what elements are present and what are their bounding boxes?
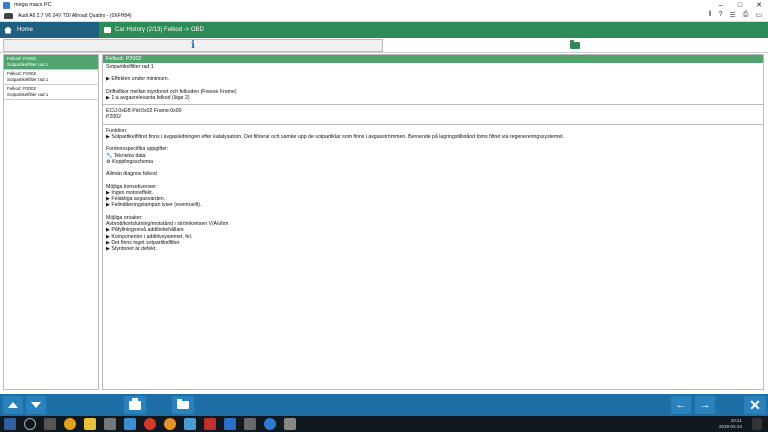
arrow-right-icon: → xyxy=(699,399,711,411)
signal-icon[interactable]: ǁ xyxy=(709,11,712,19)
app-icon[interactable] xyxy=(124,418,136,430)
search-icon[interactable] xyxy=(24,418,36,430)
vehicle-bar: Audi A6 2.7 V6 24V TDI Allroad Quattro -… xyxy=(0,10,768,22)
arrow-left-icon: ← xyxy=(675,399,687,411)
app-icon[interactable] xyxy=(244,418,256,430)
car-history-icon xyxy=(104,27,111,33)
detail-header: Felkod: P2002 xyxy=(103,55,763,63)
app-icon[interactable] xyxy=(144,418,156,430)
printer-icon xyxy=(129,397,141,410)
clock-time: 10:21 xyxy=(730,418,742,423)
home-icon xyxy=(4,26,12,34)
scroll-down-button[interactable] xyxy=(26,396,46,414)
freeze-frame-link[interactable]: ▶ 1:a avgasrelevanta felkod (läge 2) xyxy=(106,95,760,101)
app-icon[interactable] xyxy=(224,418,236,430)
chrome-icon[interactable] xyxy=(64,418,76,430)
diagram-icon: ⚙ xyxy=(106,158,111,165)
home-button[interactable]: Home xyxy=(0,22,99,38)
vehicle-label: Audi A6 2.7 V6 24V TDI Allroad Quattro -… xyxy=(18,12,132,19)
arrow-down-icon xyxy=(31,402,41,408)
tab-info[interactable]: i xyxy=(3,39,383,52)
printer-icon[interactable]: ⎙ xyxy=(743,11,749,19)
task-view-icon[interactable] xyxy=(44,418,56,430)
forward-button[interactable]: → xyxy=(695,396,715,414)
list-item[interactable]: Felkod: P2002 Sotpartikelfilter rad 1 xyxy=(4,85,98,100)
help-icon[interactable]: ? xyxy=(719,11,723,19)
navigation-bar: Home Car History (2/13) Felkod -> OBD xyxy=(0,22,768,38)
app-icon xyxy=(3,1,10,9)
close-icon: ✕ xyxy=(749,396,761,413)
app-icon[interactable] xyxy=(264,418,276,430)
maximize-icon[interactable]: □ xyxy=(731,0,749,10)
clock-date: 2019-01-24 xyxy=(718,424,742,429)
minimize-icon[interactable]: – xyxy=(712,0,730,10)
window-title: mega macs PC xyxy=(14,2,52,8)
notification-icon[interactable] xyxy=(752,418,762,430)
calculator-icon[interactable] xyxy=(104,418,116,430)
os-taskbar: 10:21 2019-01-24 xyxy=(0,416,768,432)
explorer-icon[interactable] xyxy=(84,418,96,430)
close-window-icon[interactable]: ✕ xyxy=(750,0,768,10)
tab-row: i xyxy=(0,38,768,53)
megamacs-taskbar-icon[interactable] xyxy=(184,418,196,430)
ecu-code: P2002 xyxy=(106,114,122,121)
bottom-toolbar: ← → ✕ xyxy=(0,394,768,416)
fault-detail-panel: Felkod: P2002 Sotpartikelfilter rad 1 ▶ … xyxy=(102,54,764,390)
print-button[interactable] xyxy=(124,396,146,414)
settings-icon[interactable]: ☰ xyxy=(729,11,735,19)
car-icon xyxy=(4,12,13,19)
window-title-bar: mega macs PC – □ ✕ xyxy=(0,0,768,10)
open-folder-button[interactable] xyxy=(172,396,194,414)
fault-code-list: Felkod: P2002 Sotpartikelfilter rad 1 Fe… xyxy=(3,54,99,390)
cause-item: ▶ Styrdonet är defekt. xyxy=(106,246,157,253)
arrow-up-icon xyxy=(8,402,18,408)
app-icon[interactable] xyxy=(164,418,176,430)
folder-icon xyxy=(177,399,189,409)
wrench-icon: 🔧 xyxy=(106,152,113,159)
app-icon[interactable] xyxy=(284,418,296,430)
breadcrumb: Car History (2/13) Felkod -> OBD xyxy=(104,22,204,38)
back-button[interactable]: ← xyxy=(671,396,691,414)
close-button[interactable]: ✕ xyxy=(744,396,766,414)
tab-documents[interactable] xyxy=(385,39,765,52)
breadcrumb-text: Car History (2/13) Felkod -> OBD xyxy=(115,27,204,33)
scroll-up-button[interactable] xyxy=(3,396,23,414)
list-item[interactable]: Felkod: P2002 Sotpartikelfilter rad 1 xyxy=(4,70,98,85)
folder-icon xyxy=(570,40,580,49)
list-item[interactable]: Felkod: P2002 Sotpartikelfilter rad 1 xyxy=(4,55,98,70)
start-icon[interactable] xyxy=(4,418,16,430)
app-icon[interactable] xyxy=(204,418,216,430)
info-icon: i xyxy=(191,40,195,51)
window-mode-icon[interactable]: ▭ xyxy=(755,11,762,19)
home-label: Home xyxy=(17,27,34,33)
